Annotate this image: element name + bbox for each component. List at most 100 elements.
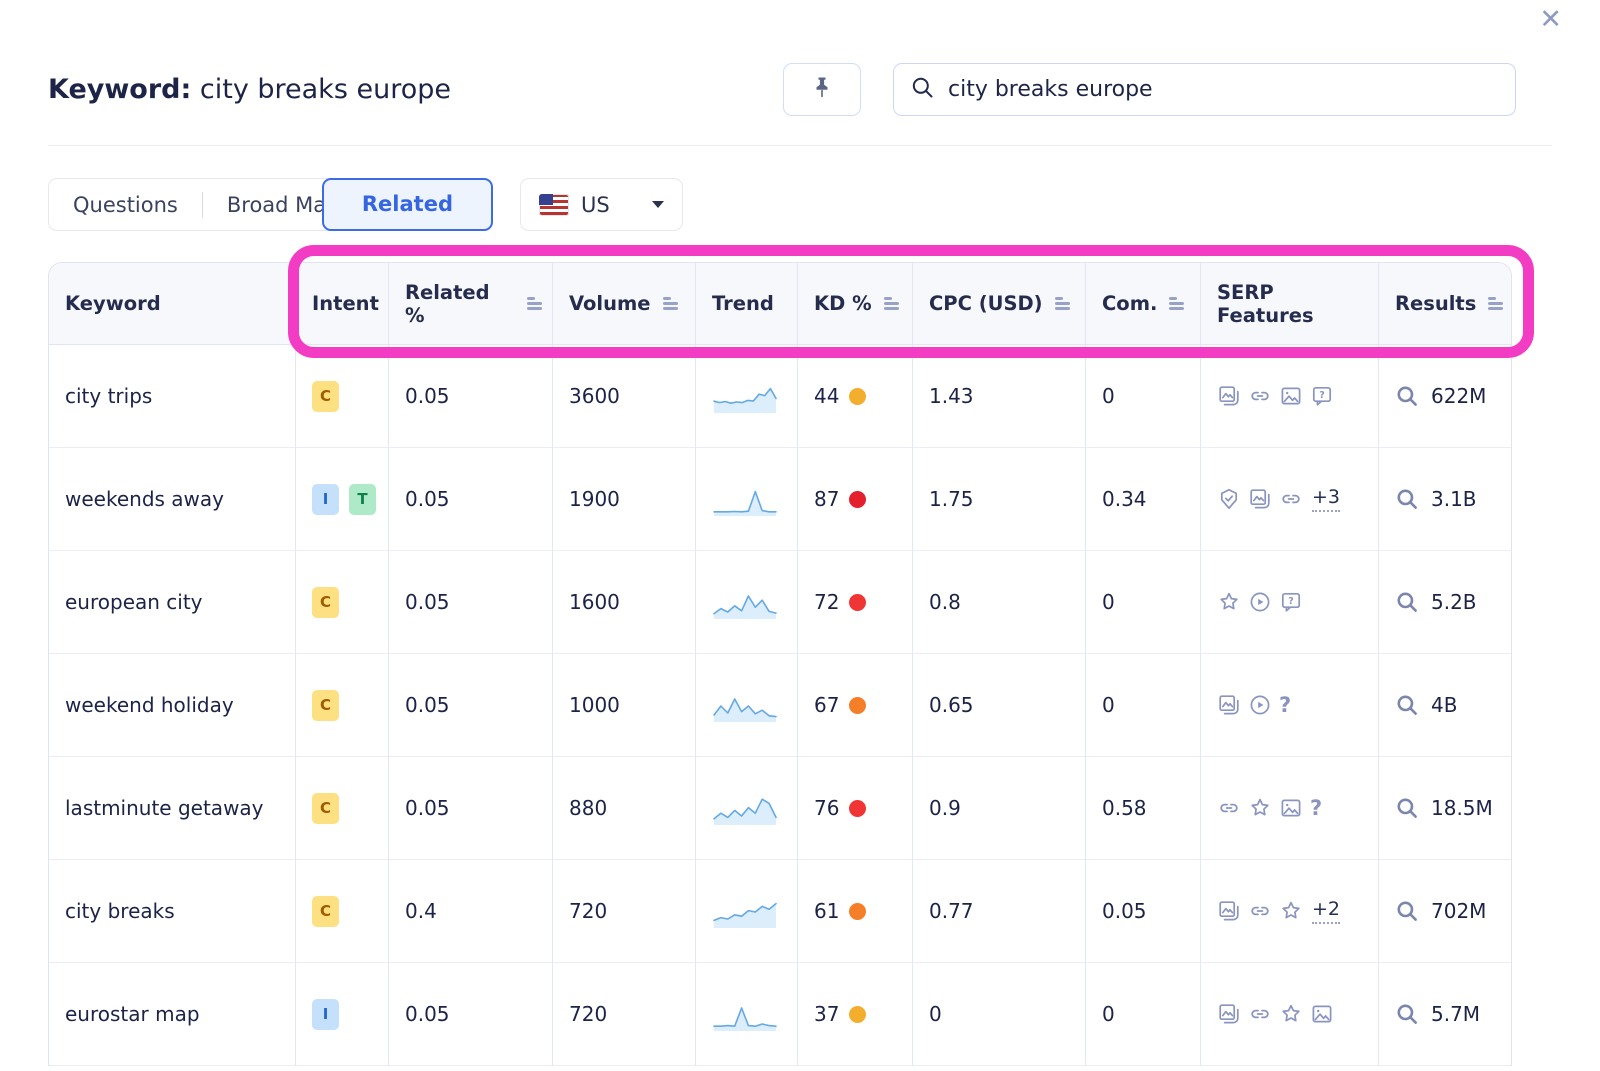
search-results-icon (1395, 899, 1419, 923)
keyword-cell[interactable]: weekends away (49, 448, 296, 551)
intent-cell: I (296, 963, 389, 1066)
sort-icon[interactable] (527, 297, 542, 310)
keyword-text: city trips (65, 384, 152, 408)
image-pack-icon (1279, 796, 1303, 820)
cpc-value: 1.75 (929, 487, 974, 511)
results-cell: 5.7M (1379, 963, 1512, 1066)
trend-sparkline (712, 479, 778, 519)
volume-cell: 3600 (553, 345, 696, 448)
us-flag-icon (539, 194, 569, 216)
serp-features-cell: +2 (1201, 860, 1379, 963)
image-pack-icon (1279, 384, 1303, 408)
competition-value: 0.34 (1102, 487, 1147, 511)
related-percent-cell: 0.05 (389, 963, 553, 1066)
search-results-icon (1395, 796, 1419, 820)
keyword-cell[interactable]: city breaks (49, 860, 296, 963)
sort-icon[interactable] (1488, 297, 1503, 310)
featured-snippet-icon (1248, 487, 1272, 511)
related-percent-cell: 0.05 (389, 551, 553, 654)
question-mark-icon: ? (1310, 796, 1322, 820)
column-label: Related % (405, 281, 515, 327)
serp-features-more-link[interactable]: +3 (1312, 486, 1340, 512)
volume-value: 1600 (569, 590, 620, 614)
country-selector[interactable]: US (520, 178, 683, 231)
intent-cell: C (296, 757, 389, 860)
column-label: Volume (569, 292, 651, 315)
trend-sparkline (712, 582, 778, 622)
related-percent-cell: 0.05 (389, 654, 553, 757)
sitelinks-icon (1279, 487, 1303, 511)
competition-cell: 0.58 (1086, 757, 1201, 860)
column-header-com[interactable]: Com. (1086, 263, 1201, 345)
competition-value: 0 (1102, 384, 1115, 408)
cpc-cell: 0.9 (913, 757, 1086, 860)
volume-value: 1900 (569, 487, 620, 511)
keyword-cell[interactable]: lastminute getaway (49, 757, 296, 860)
search-input[interactable] (948, 77, 1499, 102)
keyword-cell[interactable]: european city (49, 551, 296, 654)
divider (48, 145, 1552, 146)
cpc-cell: 1.43 (913, 345, 1086, 448)
page-title-keyword: city breaks europe (200, 74, 451, 105)
related-percent-value: 0.05 (405, 1002, 450, 1026)
column-header-intent: Intent (296, 263, 389, 345)
intent-badge-t: T (349, 484, 376, 515)
pin-button[interactable] (783, 63, 861, 116)
ai-overview-icon (1217, 487, 1241, 511)
table-header: KeywordIntentRelated %VolumeTrendKD %CPC… (49, 263, 1511, 345)
kd-cell: 44 (798, 345, 913, 448)
related-percent-cell: 0.05 (389, 345, 553, 448)
competition-value: 0.05 (1102, 899, 1147, 923)
serp-features-more-link[interactable]: +2 (1312, 898, 1340, 924)
competition-cell: 0 (1086, 345, 1201, 448)
kd-value: 37 (814, 1002, 839, 1026)
column-label: Results (1395, 292, 1476, 315)
featured-snippet-icon (1217, 693, 1241, 717)
keyword-cell[interactable]: city trips (49, 345, 296, 448)
volume-value: 880 (569, 796, 607, 820)
kd-difficulty-dot (849, 491, 866, 508)
sort-icon[interactable] (884, 297, 899, 310)
question-mark-icon: ? (1279, 693, 1291, 717)
image-pack-icon (1310, 1002, 1334, 1026)
reviews-icon (1279, 1002, 1303, 1026)
cpc-value: 0 (929, 1002, 942, 1026)
related-percent-value: 0.05 (405, 487, 450, 511)
cpc-value: 0.8 (929, 590, 961, 614)
keyword-cell[interactable]: weekend holiday (49, 654, 296, 757)
trend-cell (696, 963, 798, 1066)
results-value: 702M (1431, 899, 1486, 923)
table-row: city breaksC0.4720610.770.05+2702M (49, 860, 1511, 963)
people-also-ask-icon: ? (1310, 384, 1334, 408)
tab-questions[interactable]: Questions (49, 193, 202, 217)
competition-cell: 0 (1086, 963, 1201, 1066)
results-value: 5.7M (1431, 1002, 1480, 1026)
keyword-text: weekends away (65, 487, 224, 511)
cpc-value: 1.43 (929, 384, 974, 408)
column-label: Intent (312, 292, 379, 315)
table-row: weekends awayIT0.051900871.750.34+33.1B (49, 448, 1511, 551)
intent-badge-c: C (312, 690, 339, 721)
table-body: city tripsC0.053600441.430?622Mweekends … (49, 345, 1511, 1066)
sitelinks-icon (1217, 796, 1241, 820)
tab-related[interactable]: Related (322, 178, 493, 231)
close-icon[interactable]: ✕ (1539, 6, 1562, 33)
column-label: Trend (712, 292, 774, 315)
sort-icon[interactable] (1055, 297, 1070, 310)
volume-cell: 720 (553, 860, 696, 963)
column-header-related[interactable]: Related % (389, 263, 553, 345)
column-header-volume[interactable]: Volume (553, 263, 696, 345)
column-header-cpc-usd[interactable]: CPC (USD) (913, 263, 1086, 345)
sort-icon[interactable] (1169, 297, 1184, 310)
sort-icon[interactable] (663, 297, 678, 310)
column-header-kd[interactable]: KD % (798, 263, 913, 345)
svg-text:?: ? (1319, 390, 1325, 401)
volume-value: 3600 (569, 384, 620, 408)
volume-value: 1000 (569, 693, 620, 717)
related-percent-value: 0.05 (405, 693, 450, 717)
kd-difficulty-dot (849, 1006, 866, 1023)
keyword-cell[interactable]: eurostar map (49, 963, 296, 1066)
column-header-results[interactable]: Results (1379, 263, 1512, 345)
cpc-cell: 0.65 (913, 654, 1086, 757)
intent-cell: C (296, 551, 389, 654)
